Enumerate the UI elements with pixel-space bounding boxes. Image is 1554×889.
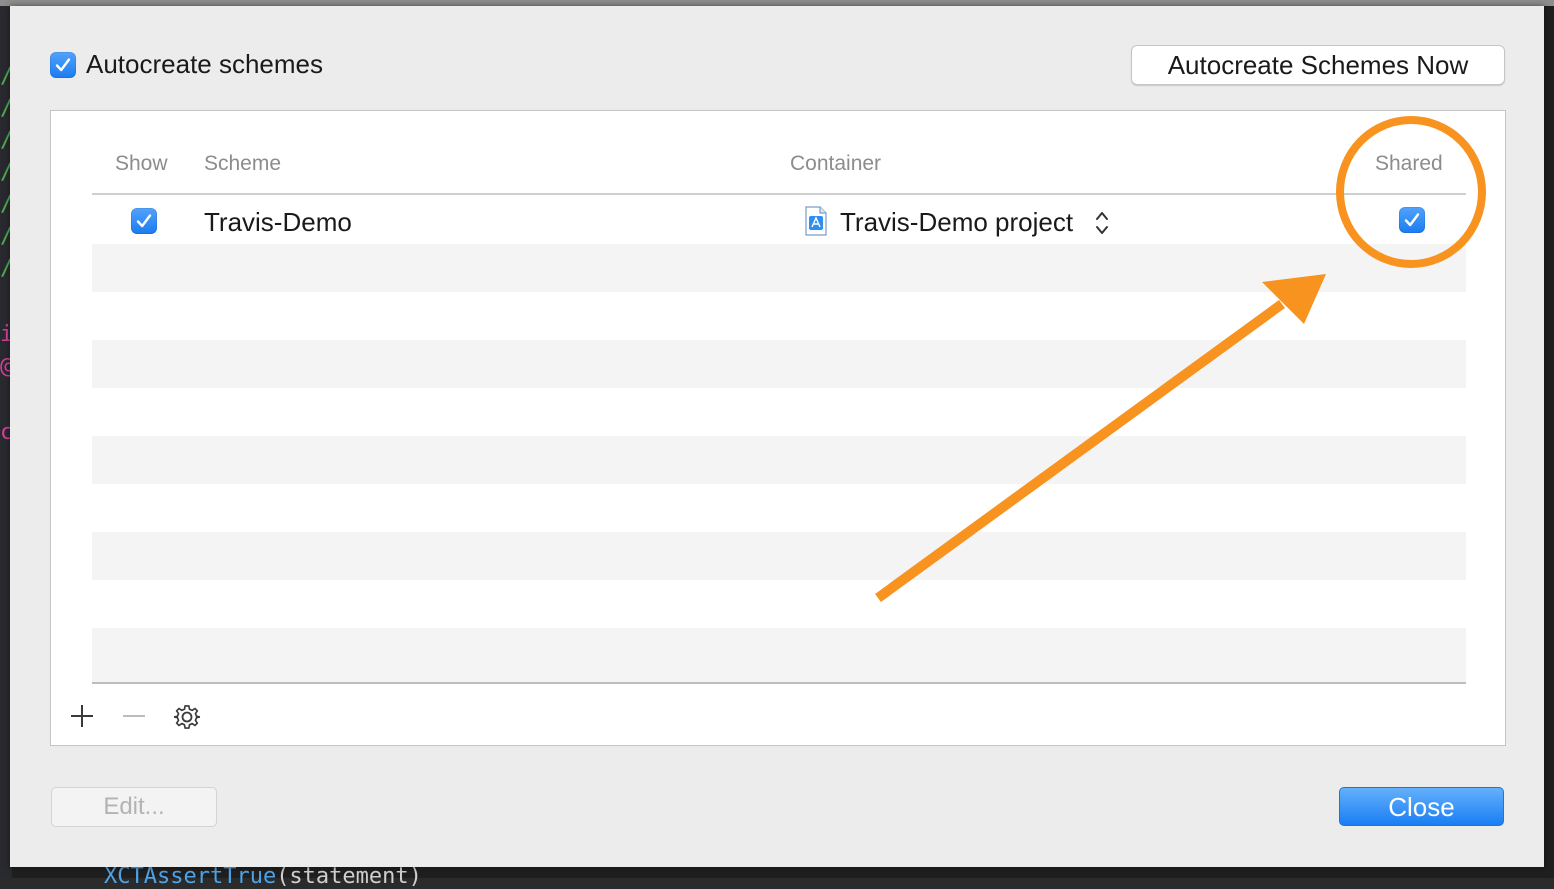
column-header-shared[interactable]: Shared	[1375, 152, 1443, 176]
table-row-empty	[92, 436, 1466, 484]
table-bottom-divider	[92, 682, 1466, 684]
checkmark-icon	[55, 58, 71, 72]
gear-icon[interactable]	[173, 703, 201, 731]
autocreate-schemes-checkbox[interactable]	[50, 52, 76, 78]
close-button[interactable]: Close	[1339, 787, 1504, 826]
show-scheme-checkbox[interactable]	[131, 208, 157, 234]
edit-button[interactable]: Edit...	[51, 787, 217, 827]
table-row-empty	[92, 340, 1466, 388]
column-header-container[interactable]: Container	[790, 152, 881, 176]
checkmark-icon	[136, 214, 152, 228]
scheme-name[interactable]: Travis-Demo	[204, 207, 352, 238]
background-code-line: XCTAssertTrue(statement)	[104, 864, 422, 889]
autocreate-schemes-now-button[interactable]: Autocreate Schemes Now	[1131, 45, 1505, 85]
column-header-scheme[interactable]: Scheme	[204, 152, 281, 176]
minus-icon[interactable]	[122, 704, 146, 728]
shared-scheme-checkbox[interactable]	[1399, 207, 1425, 233]
table-header-divider	[92, 193, 1466, 195]
table-row-empty	[92, 628, 1466, 682]
autocreate-schemes-label: Autocreate schemes	[86, 49, 324, 79]
column-header-show[interactable]: Show	[115, 152, 168, 176]
table-row-empty	[92, 244, 1466, 292]
xcode-project-icon	[805, 206, 827, 236]
container-selector[interactable]: Travis-Demo project	[840, 207, 1073, 238]
checkmark-icon	[1404, 213, 1420, 227]
table-row-empty	[92, 532, 1466, 580]
plus-icon[interactable]	[70, 704, 94, 728]
up-down-chevron-icon[interactable]	[1095, 210, 1109, 236]
